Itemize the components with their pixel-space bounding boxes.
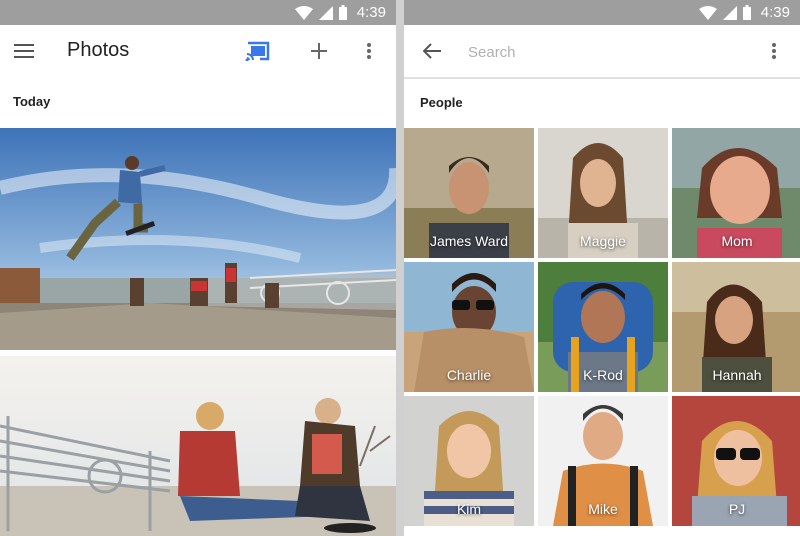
add-button[interactable] [307,39,331,63]
person-name: K-Rod [583,367,623,383]
person-name: Mom [721,233,753,249]
person-name: Hannah [712,367,762,383]
section-label: People [420,95,463,110]
section-label: Today [13,94,51,109]
status-time: 4:39 [760,4,790,21]
menu-icon[interactable] [12,39,36,63]
back-button[interactable] [420,39,444,63]
app-bar: Photos [0,25,396,77]
person-tile-mom[interactable]: Mom [672,128,800,258]
person-tile-kim[interactable]: Kim [404,396,534,526]
arrow-back-icon [423,43,441,59]
wifi-icon [294,5,313,20]
person-name: Mike [588,501,618,517]
status-bar: 4:39 [0,0,396,25]
person-name: Charlie [446,367,492,383]
person-tile-pj[interactable]: PJ [672,396,800,526]
person-tile-mike[interactable]: Mike [538,396,668,526]
more-options-button[interactable] [762,39,786,63]
person-tile-k-rod[interactable]: K-Rod [538,262,668,392]
person-tile-maggie[interactable]: Maggie [538,128,668,258]
photo-friends[interactable] [0,356,396,536]
search-input[interactable] [466,39,740,65]
status-bar: 4:39 [404,0,800,25]
person-name: PJ [728,501,746,517]
plus-icon [311,43,327,59]
photo-skateboarders[interactable] [0,128,396,350]
status-time: 4:39 [356,4,386,21]
person-name: Kim [456,501,482,517]
person-name: Maggie [580,233,626,249]
today-section-header: Today [0,77,396,125]
battery-icon [742,5,751,20]
search-bar [404,25,800,79]
photos-screen: 4:39 Photos Today [0,0,396,536]
person-tile-hannah[interactable]: Hannah [672,262,800,392]
battery-icon [338,5,347,20]
cast-icon[interactable] [244,38,272,64]
wifi-icon [698,5,717,20]
person-tile-charlie[interactable]: Charlie [404,262,534,392]
page-title: Photos [67,39,130,61]
signal-icon [318,5,333,20]
more-vert-icon [367,43,371,59]
person-tile-james-ward[interactable]: James Ward [404,128,534,258]
people-section-header: People [404,79,800,127]
people-screen: 4:39 People James Ward Maggie Mom [404,0,800,536]
person-name: James Ward [429,233,509,249]
more-options-button[interactable] [357,39,381,63]
signal-icon [722,5,737,20]
more-vert-icon [772,43,776,59]
